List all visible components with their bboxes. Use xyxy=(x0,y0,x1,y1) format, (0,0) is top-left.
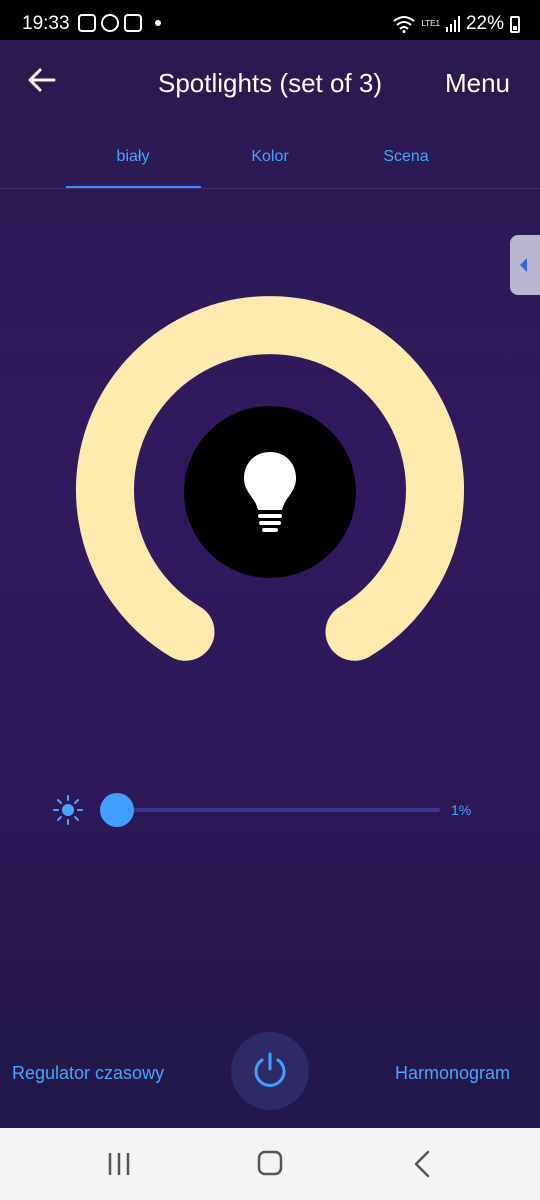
system-navigation-bar xyxy=(0,1128,540,1200)
top-bar: Spotlights (set of 3) Menu xyxy=(0,40,540,126)
app-t-icon xyxy=(124,14,142,32)
network-label: LTE1 xyxy=(421,19,440,28)
tab-scene[interactable]: Scena xyxy=(338,148,474,166)
power-button[interactable] xyxy=(231,1032,309,1110)
status-right: LTE1 22% xyxy=(393,13,520,35)
bulb-button[interactable] xyxy=(184,406,356,578)
status-time: 19:33 xyxy=(22,13,70,34)
brightness-sun-icon xyxy=(53,795,83,825)
status-bar: 19:33 LTE1 22% xyxy=(0,0,540,40)
battery-percent: 22% xyxy=(465,13,504,34)
nav-back-icon[interactable] xyxy=(408,1150,436,1178)
more-notifications-icon xyxy=(155,20,161,26)
timer-button[interactable]: Regulator czasowy xyxy=(12,1063,164,1084)
tab-white[interactable]: biały xyxy=(65,148,201,166)
color-temperature-dial[interactable] xyxy=(70,290,470,690)
side-panel-handle[interactable] xyxy=(510,235,540,295)
menu-button[interactable]: Menu xyxy=(445,68,510,99)
notification-icons xyxy=(78,14,161,32)
brightness-slider-track[interactable] xyxy=(117,808,440,812)
brightness-value: 1% xyxy=(451,802,472,818)
recents-icon[interactable] xyxy=(104,1150,134,1178)
wifi-icon xyxy=(393,16,416,33)
brightness-slider-thumb[interactable] xyxy=(100,793,134,827)
tab-color[interactable]: Kolor xyxy=(202,148,338,166)
tab-bar: biały Kolor Scena xyxy=(0,140,540,189)
app-screen: Spotlights (set of 3) Menu biały Kolor S… xyxy=(0,40,540,1128)
schedule-button[interactable]: Harmonogram xyxy=(395,1063,510,1084)
active-tab-indicator xyxy=(66,186,201,188)
brightness-slider-row: 1% xyxy=(0,790,540,830)
home-icon[interactable] xyxy=(255,1148,285,1178)
lightbulb-icon xyxy=(244,452,296,532)
signal-icon xyxy=(445,16,460,32)
gallery-icon xyxy=(78,14,96,32)
whatsapp-icon xyxy=(101,14,119,32)
battery-icon xyxy=(510,15,520,33)
bottom-bar: Regulator czasowy Harmonogram xyxy=(0,1015,540,1128)
power-icon xyxy=(254,1052,286,1087)
